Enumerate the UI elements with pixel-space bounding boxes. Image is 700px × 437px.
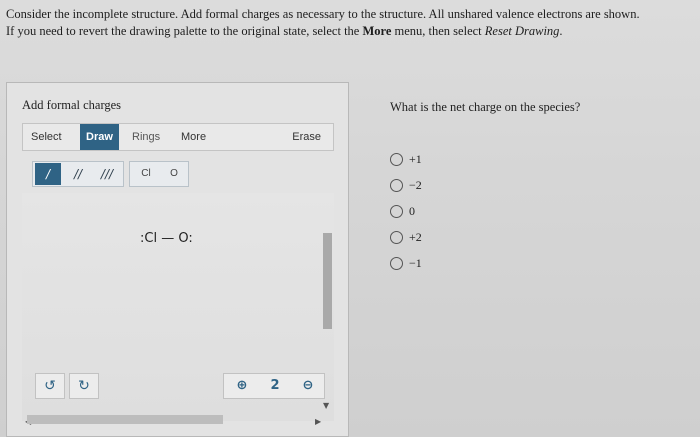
instruction-text-c: . — [559, 24, 563, 38]
oxygen-atom[interactable]: O: — [178, 231, 192, 246]
atom-tool-group: Cl O — [129, 161, 189, 187]
radio-button[interactable] — [390, 230, 403, 244]
answer-options: +1 −2 0 +2 −1 — [390, 146, 422, 276]
question-prompt: What is the net charge on the species? — [390, 100, 581, 114]
option-label: −2 — [409, 177, 422, 192]
redo-button[interactable]: ↻ — [69, 373, 99, 399]
palette-title: Add formal charges — [22, 98, 122, 112]
undo-icon: ↺ — [44, 378, 56, 394]
chlorine-atom-button[interactable]: Cl — [133, 165, 159, 183]
reset-zoom-button[interactable]: 2 — [259, 374, 291, 398]
option-plus-two[interactable]: +2 — [390, 224, 422, 250]
more-menu-reference: More — [362, 24, 392, 38]
option-label: +2 — [409, 229, 422, 244]
option-label: −1 — [409, 255, 422, 270]
reset-zoom-icon: 2 — [270, 378, 280, 393]
single-bond[interactable]: — — [161, 231, 174, 246]
option-minus-one[interactable]: −1 — [390, 250, 422, 276]
radio-button[interactable] — [390, 204, 403, 218]
tab-draw[interactable]: Draw — [80, 124, 119, 150]
zoom-in-icon: ⊕ — [236, 378, 248, 393]
oxygen-atom-button[interactable]: O — [161, 165, 187, 183]
instruction-line-1: Consider the incomplete structure. Add f… — [6, 7, 640, 21]
scroll-right-icon[interactable]: ▶ — [315, 417, 321, 426]
molecule-structure[interactable]: :Cl — O: — [140, 231, 193, 246]
option-label: +1 — [409, 151, 422, 166]
instructions: Consider the incomplete structure. Add f… — [6, 6, 696, 40]
chlorine-atom[interactable]: :Cl — [140, 231, 157, 246]
instruction-line-2: If you need to revert the drawing palett… — [6, 23, 696, 40]
radio-button[interactable] — [390, 178, 403, 192]
zoom-out-button[interactable]: ⊖ — [292, 374, 324, 398]
undo-button[interactable]: ↺ — [35, 373, 65, 399]
tab-more[interactable]: More — [175, 124, 212, 150]
radio-button[interactable] — [390, 256, 403, 270]
erase-button[interactable]: Erase — [286, 124, 327, 150]
triple-bond-button[interactable]: /// — [94, 163, 120, 185]
scroll-down-icon[interactable]: ▼ — [323, 401, 329, 410]
bond-tool-group: / // /// — [32, 161, 124, 187]
option-minus-two[interactable]: −2 — [390, 172, 422, 198]
instruction-text-a: If you need to revert the drawing palett… — [6, 24, 363, 38]
tab-select[interactable]: Select — [25, 124, 68, 150]
option-plus-one[interactable]: +1 — [390, 146, 422, 172]
horizontal-scrollbar[interactable] — [27, 415, 223, 424]
double-bond-button[interactable]: // — [65, 163, 91, 185]
single-bond-button[interactable]: / — [35, 163, 61, 185]
tab-rings[interactable]: Rings — [126, 124, 166, 150]
vertical-scrollbar[interactable] — [323, 233, 332, 329]
radio-button[interactable] — [390, 152, 403, 166]
option-label: 0 — [409, 203, 415, 218]
option-zero[interactable]: 0 — [390, 198, 422, 224]
redo-icon: ↻ — [78, 378, 90, 394]
instruction-text-b: menu, then select — [391, 24, 485, 38]
reset-drawing-reference: Reset Drawing — [484, 24, 560, 38]
palette-toolbar: Select Draw Rings More Erase — [22, 123, 334, 151]
drawing-palette: Add formal charges Select Draw Rings Mor… — [6, 82, 349, 437]
zoom-out-icon: ⊖ — [302, 378, 314, 393]
zoom-in-button[interactable]: ⊕ — [226, 374, 258, 398]
zoom-controls: ⊕ 2 ⊖ — [223, 373, 325, 399]
